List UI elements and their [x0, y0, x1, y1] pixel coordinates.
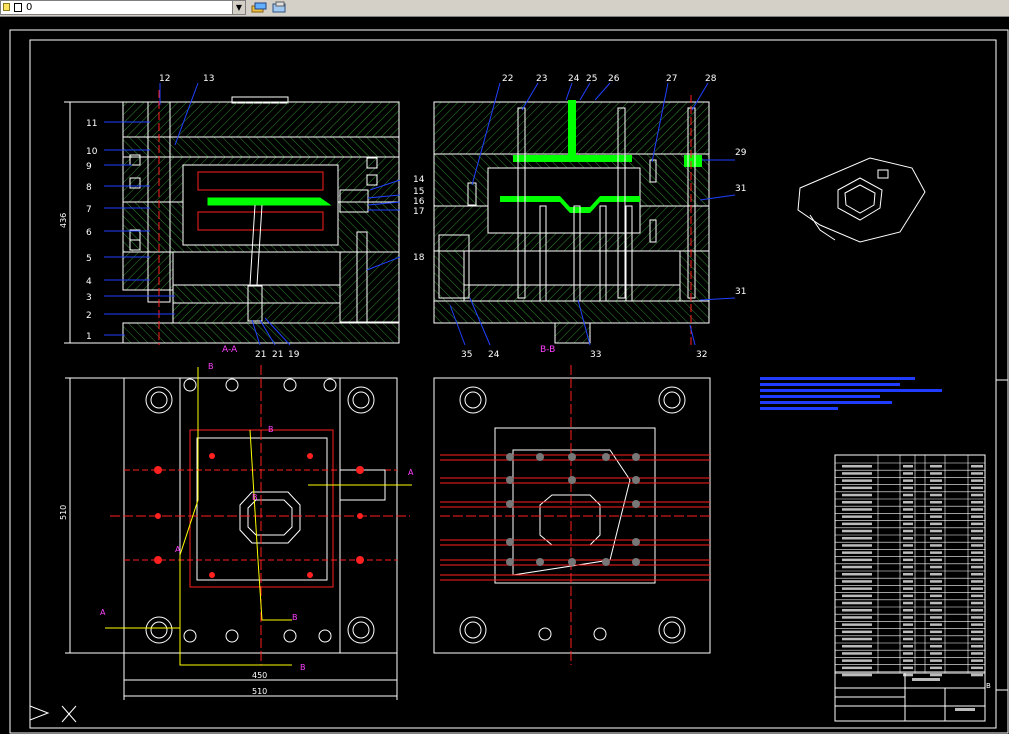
svg-text:4: 4: [86, 277, 92, 287]
dimension-left-height: 436: [59, 213, 68, 228]
layer-previous-icon: [272, 1, 286, 13]
svg-text:24: 24: [568, 74, 580, 84]
svg-text:A: A: [175, 545, 181, 554]
svg-text:B: B: [208, 362, 214, 371]
dimension-plan-width-outer: 510: [252, 687, 267, 696]
svg-text:7: 7: [86, 205, 92, 215]
section-label-a-a: A-A: [222, 345, 238, 355]
layer-states-button[interactable]: [250, 0, 268, 15]
svg-text:26: 26: [608, 74, 620, 84]
drawing-canvas[interactable]: 11 10 9 8 7 6 5 4 3 2 1 12 13 14 15 16 1…: [0, 17, 1009, 734]
layer-name: 0: [26, 2, 33, 13]
height-dimension-left: [64, 101, 123, 344]
svg-text:15: 15: [413, 187, 424, 197]
svg-text:10: 10: [86, 147, 98, 157]
svg-text:29: 29: [735, 148, 747, 158]
svg-text:16: 16: [413, 197, 425, 207]
part-isometric-view: [797, 157, 926, 243]
layer-on-icon[interactable]: [3, 3, 10, 11]
svg-text:B: B: [292, 613, 298, 622]
layer-dropdown[interactable]: 0 ▼: [0, 0, 246, 15]
layer-previous-button[interactable]: [270, 0, 288, 15]
layer-states-icon: [251, 2, 267, 13]
plan-view-right: [433, 365, 711, 665]
section-label-b-b: B-B: [540, 345, 555, 355]
section-view-b-b: [433, 95, 710, 345]
svg-text:21: 21: [272, 350, 283, 360]
svg-text:6: 6: [86, 228, 92, 238]
svg-text:1: 1: [86, 332, 92, 342]
svg-text:31: 31: [735, 184, 746, 194]
svg-text:17: 17: [413, 207, 424, 217]
svg-text:B: B: [252, 493, 258, 502]
svg-text:23: 23: [536, 74, 547, 84]
svg-text:11: 11: [86, 119, 97, 129]
plan-view-left: [110, 365, 410, 665]
svg-text:13: 13: [203, 74, 214, 84]
svg-text:22: 22: [502, 74, 513, 84]
chevron-down-icon[interactable]: ▼: [232, 1, 245, 14]
technical-notes: [760, 377, 942, 410]
ucs-icon: [29, 705, 77, 723]
svg-text:A: A: [408, 468, 414, 477]
svg-text:2: 2: [86, 311, 92, 321]
dimension-plan-height: 510: [59, 505, 68, 520]
svg-text:14: 14: [413, 175, 425, 185]
svg-text:28: 28: [705, 74, 717, 84]
svg-text:32: 32: [696, 350, 707, 360]
svg-text:27: 27: [666, 74, 677, 84]
svg-text:18: 18: [413, 253, 425, 263]
svg-text:B: B: [300, 663, 306, 672]
svg-text:A: A: [100, 608, 106, 617]
svg-text:21: 21: [255, 350, 266, 360]
dimension-plan-width-inner: 450: [252, 671, 267, 680]
svg-text:9: 9: [86, 162, 92, 172]
layer-color-swatch[interactable]: [14, 3, 22, 12]
svg-text:3: 3: [86, 293, 92, 303]
parts-list-table: [834, 454, 986, 677]
svg-text:8: 8: [86, 183, 92, 193]
plan-dimensions: [65, 377, 398, 700]
title-block-mark: B: [986, 682, 991, 690]
svg-text:B: B: [268, 425, 274, 434]
svg-text:35: 35: [461, 350, 472, 360]
svg-text:5: 5: [86, 254, 92, 264]
svg-text:25: 25: [586, 74, 597, 84]
cad-drawing[interactable]: 11 10 9 8 7 6 5 4 3 2 1 12 13 14 15 16 1…: [0, 17, 1009, 734]
svg-text:12: 12: [159, 74, 170, 84]
title-block: [834, 672, 986, 722]
svg-text:19: 19: [288, 350, 300, 360]
svg-text:24: 24: [488, 350, 500, 360]
layer-toolbar: 0 ▼: [0, 0, 1009, 17]
svg-text:33: 33: [590, 350, 601, 360]
section-view-a-a: [122, 90, 400, 345]
svg-text:31: 31: [735, 287, 746, 297]
